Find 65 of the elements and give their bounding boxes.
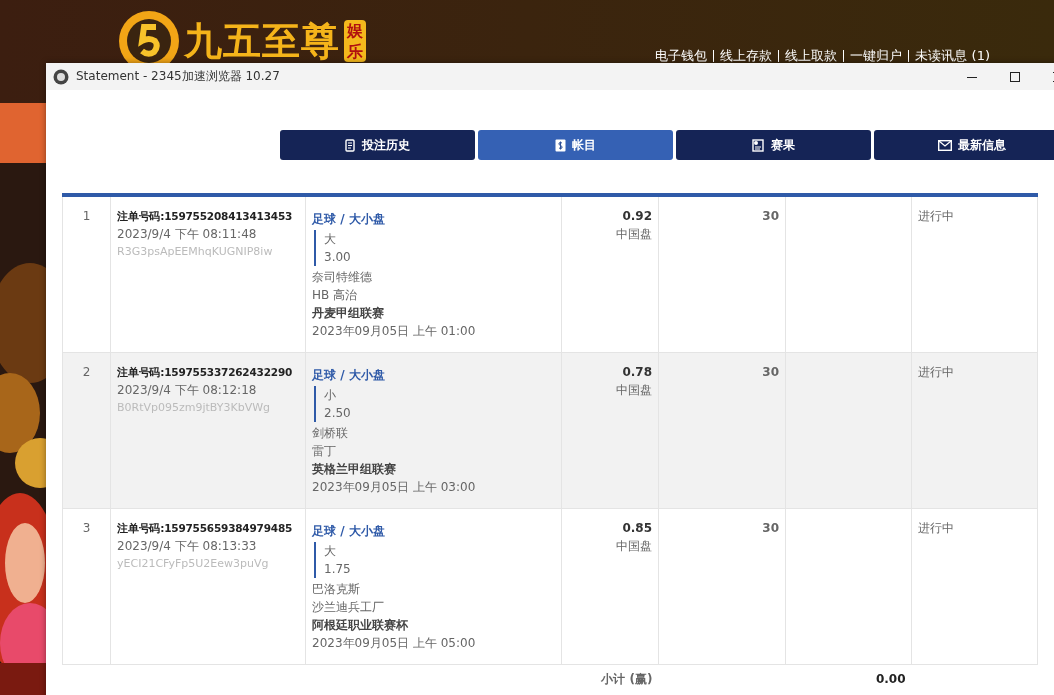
odds-value: 0.78 [621, 364, 652, 381]
away-team: 沙兰迪兵工厂 [312, 599, 385, 616]
site-logo-text: 九五至尊 [184, 17, 340, 65]
bet-status: 进行中 [918, 364, 955, 381]
bet-time: 2023/9/4 下午 08:12:18 [117, 382, 258, 399]
envelope-icon [937, 139, 952, 151]
receipt-icon [345, 138, 356, 152]
bet-time: 2023/9/4 下午 08:13:33 [117, 538, 258, 555]
browser-logo-icon [53, 68, 69, 85]
odds-value: 0.85 [621, 520, 652, 537]
market-link[interactable]: 足球 / 大小盘 [312, 366, 555, 384]
market-link[interactable]: 足球 / 大小盘 [312, 210, 555, 228]
bet-status: 进行中 [918, 520, 955, 537]
odds-type: 中国盘 [615, 226, 652, 243]
home-team: 巴洛克斯 [312, 581, 361, 598]
header-link[interactable]: 线上存款 [720, 47, 773, 65]
header-link[interactable]: 一键归户 [850, 47, 903, 65]
away-team: 雷丁 [312, 443, 337, 460]
match-time: 2023年09月05日 上午 01:00 [312, 323, 477, 340]
bet-status: 进行中 [918, 208, 955, 225]
home-team: 奈司特维德 [312, 269, 373, 286]
header-link[interactable]: 线上取款 [785, 47, 838, 65]
scoreboard-icon [752, 138, 765, 152]
tab[interactable]: 帐目 [478, 130, 673, 160]
dollar-document-icon [555, 138, 566, 152]
bet-code: yECI21CFyFp5U2Eew3puVg [117, 556, 270, 572]
row-number: 1 [62, 195, 111, 353]
window-title: Statement - 2345加速浏览器 10.27 [76, 68, 280, 85]
league-name: 丹麦甲组联赛 [312, 305, 385, 322]
pick-text: 小 [324, 387, 337, 404]
tab[interactable]: 投注历史 [280, 130, 475, 160]
subtotal-label: 小计 (赢) [601, 672, 653, 686]
bet-number: 注单号码:159755659384979485 [117, 521, 294, 536]
line-value: 1.75 [324, 561, 352, 578]
league-name: 英格兰甲组联赛 [312, 461, 397, 478]
bet-number: 注单号码:159755208413413453 [117, 209, 294, 224]
line-value: 3.00 [324, 249, 352, 266]
row-number: 2 [62, 352, 111, 509]
header-link[interactable]: 电子钱包 [655, 47, 708, 65]
tab[interactable]: 赛果 [676, 130, 871, 160]
row-number: 3 [62, 508, 111, 665]
odds-type: 中国盘 [615, 382, 652, 399]
bet-number: 注单号码:159755337262432290 [117, 365, 294, 380]
line-value: 2.50 [324, 405, 352, 422]
away-team: HB 高治 [312, 287, 359, 304]
logo-badge: 娱乐 [344, 20, 366, 62]
bet-code: R3G3psApEEMhqKUGNIP8iw [117, 244, 274, 260]
side-banner [0, 103, 46, 163]
tab[interactable]: 最新信息 [874, 130, 1054, 160]
pick-text: 大 [324, 543, 337, 560]
league-name: 阿根廷职业联赛杯 [312, 617, 409, 634]
market-link[interactable]: 足球 / 大小盘 [312, 522, 555, 540]
odds-value: 0.92 [621, 208, 652, 225]
maximize-icon[interactable] [1009, 70, 1021, 83]
pick-text: 大 [324, 231, 337, 248]
bet-time: 2023/9/4 下午 08:11:48 [117, 226, 258, 243]
stake-amount: 30 [761, 364, 779, 381]
match-time: 2023年09月05日 上午 03:00 [312, 479, 477, 496]
subtotal-value: 0.00 [875, 672, 906, 686]
odds-type: 中国盘 [615, 538, 652, 555]
stake-amount: 30 [761, 520, 779, 537]
match-time: 2023年09月05日 上午 05:00 [312, 635, 477, 652]
header-link[interactable]: 未读讯息 (1) [915, 47, 990, 65]
stake-amount: 30 [761, 208, 779, 225]
home-team: 剑桥联 [312, 425, 349, 442]
